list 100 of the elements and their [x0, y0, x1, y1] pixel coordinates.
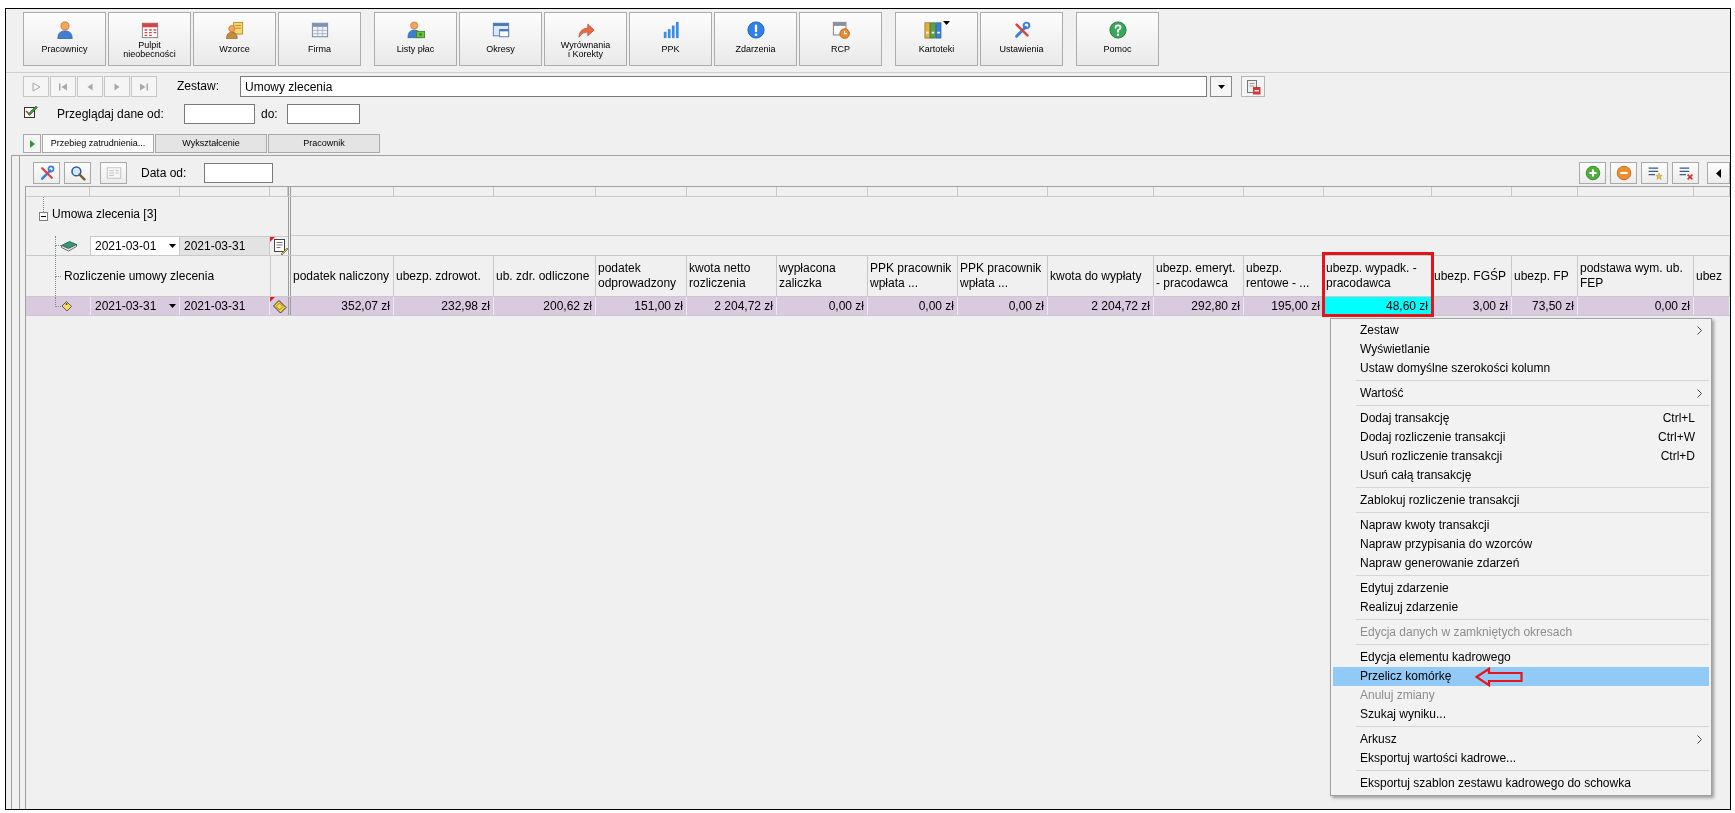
- column-header[interactable]: ubezp. FP: [1512, 256, 1578, 296]
- menu-item[interactable]: Zestaw: [1333, 321, 1709, 340]
- list-star-button[interactable]: [1641, 162, 1668, 184]
- flagged-diamond-icon[interactable]: [270, 297, 288, 315]
- table-cell[interactable]: 292,80 zł: [1154, 297, 1244, 315]
- collapse-panel-button[interactable]: [1707, 162, 1730, 184]
- menu-item[interactable]: Napraw kwoty transakcji: [1333, 516, 1709, 535]
- date-label: Data od:: [141, 165, 188, 181]
- date-from-field[interactable]: [184, 104, 255, 124]
- toolbar-button[interactable]: Kartoteki: [895, 12, 978, 66]
- person-icon: [55, 21, 74, 39]
- left-arrow-icon: [1475, 667, 1523, 687]
- column-header[interactable]: ubez: [1694, 256, 1730, 296]
- menu-item[interactable]: Edycja elementu kadrowego: [1333, 648, 1709, 667]
- document-button[interactable]: [1241, 76, 1265, 97]
- tab[interactable]: Pracownik: [268, 134, 380, 153]
- column-header[interactable]: kwota netto rozliczenia: [687, 256, 777, 296]
- date-dropdown[interactable]: 2021-03-01: [90, 236, 180, 255]
- date-dropdown[interactable]: 2021-03-31: [90, 297, 180, 315]
- card-icon: [105, 165, 122, 181]
- menu-item[interactable]: Usuń całą transakcję: [1333, 466, 1709, 485]
- menu-item[interactable]: Napraw przypisania do wzorców: [1333, 535, 1709, 554]
- collapse-icon[interactable]: [39, 212, 48, 221]
- table-cell[interactable]: 200,62 zł: [494, 297, 596, 315]
- menu-item[interactable]: Edytuj zdarzenie: [1333, 579, 1709, 598]
- menu-item[interactable]: Eksportuj wartości kadrowe...: [1333, 749, 1709, 768]
- table-cell[interactable]: 352,07 zł: [291, 297, 394, 315]
- column-header[interactable]: PPK pracownik wpłata ...: [868, 256, 958, 296]
- table-cell[interactable]: 0,00 zł: [777, 297, 868, 315]
- table-cell[interactable]: 0,00 zł: [958, 297, 1048, 315]
- table-cell[interactable]: 3,00 zł: [1432, 297, 1512, 315]
- menu-item[interactable]: Eksportuj szablon zestawu kadrowego do schowka: [1333, 774, 1709, 793]
- column-header[interactable]: ub. zdr. odliczone: [494, 256, 596, 296]
- person-document-icon: [225, 21, 244, 39]
- note-icon[interactable]: [270, 237, 288, 255]
- tools-icon: [38, 165, 55, 181]
- menu-item[interactable]: Wartość: [1333, 384, 1709, 403]
- triangle-right-icon: [29, 139, 35, 148]
- column-header[interactable]: kwota do wypłaty: [1048, 256, 1154, 296]
- minus-icon: [1615, 165, 1632, 181]
- table-cell[interactable]: 232,98 zł: [394, 297, 494, 315]
- toolbar-button[interactable]: Firma: [278, 12, 361, 66]
- table-cell[interactable]: 0,00 zł: [1578, 297, 1694, 315]
- column-header[interactable]: ubezp. zdrowot.: [394, 256, 494, 296]
- skip-forward-icon: [139, 81, 149, 92]
- table-cell[interactable]: 73,50 zł: [1512, 297, 1578, 315]
- column-header[interactable]: podatek odprowadzony: [596, 256, 687, 296]
- menu-item[interactable]: Ustaw domyślne szerokości kolumn: [1333, 359, 1709, 378]
- column-header[interactable]: ubezp. rentowe - ...: [1244, 256, 1324, 296]
- tab[interactable]: Wykształcenie: [155, 134, 267, 153]
- table-cell[interactable]: 48,60 zł: [1324, 297, 1432, 315]
- column-header[interactable]: podatek naliczony: [291, 256, 394, 296]
- menu-item[interactable]: Napraw generowanie zdarzeń: [1333, 554, 1709, 573]
- date-field[interactable]: [204, 163, 273, 183]
- menu-item[interactable]: Zablokuj rozliczenie transakcji: [1333, 491, 1709, 510]
- column-header[interactable]: PPK pracownik wpłata ...: [958, 256, 1048, 296]
- column-header[interactable]: ubezp. emeryt. - pracodawca: [1154, 256, 1244, 296]
- toolbar-button[interactable]: Pulpit nieobecności: [108, 12, 191, 66]
- remove-button[interactable]: [1610, 162, 1637, 184]
- column-header[interactable]: ubezp. wypadk. - pracodawca: [1324, 256, 1432, 296]
- list-delete-button[interactable]: [1672, 162, 1699, 184]
- binders-icon: [923, 21, 942, 39]
- toolbar-button[interactable]: PPK: [629, 12, 712, 66]
- menu-item[interactable]: Arkusz: [1333, 730, 1709, 749]
- table-cell[interactable]: 195,00 zł: [1244, 297, 1324, 315]
- search-icon: [69, 165, 86, 181]
- table-cell[interactable]: 2 204,72 zł: [1048, 297, 1154, 315]
- table-cell[interactable]: 151,00 zł: [596, 297, 687, 315]
- toolbar-button[interactable]: Okresy: [459, 12, 542, 66]
- checkmark-box-icon[interactable]: [24, 104, 38, 118]
- toolbar-button[interactable]: Wyrównania i Korekty: [544, 12, 627, 66]
- menu-item[interactable]: Przelicz komórkę: [1333, 667, 1709, 686]
- toolbar-button[interactable]: Wzorce: [193, 12, 276, 66]
- toolbar-button[interactable]: Pomoc: [1076, 12, 1159, 66]
- toolbar-button[interactable]: RCP: [799, 12, 882, 66]
- menu-item[interactable]: Realizuj zdarzenie: [1333, 598, 1709, 617]
- add-button[interactable]: [1579, 162, 1606, 184]
- search-button[interactable]: [64, 162, 91, 184]
- column-header[interactable]: ubezp. FGŚP: [1432, 256, 1512, 296]
- menu-item[interactable]: Dodaj rozliczenie transakcji Ctrl+W: [1333, 428, 1709, 447]
- menu-item[interactable]: Dodaj transakcję Ctrl+L: [1333, 409, 1709, 428]
- toolbar-button[interactable]: Zdarzenia: [714, 12, 797, 66]
- menu-item[interactable]: Wyświetlanie: [1333, 340, 1709, 359]
- tools-button[interactable]: [33, 162, 60, 184]
- calendar-clock-icon: [831, 21, 850, 39]
- toolbar-button[interactable]: Listy płac: [374, 12, 457, 66]
- date-to-field[interactable]: [287, 104, 360, 124]
- tab[interactable]: Przebieg zatrudnienia...: [42, 134, 154, 153]
- set-field[interactable]: Umowy zlecenia: [240, 76, 1207, 97]
- expand-button[interactable]: [23, 134, 41, 153]
- table-cell[interactable]: 2 204,72 zł: [687, 297, 777, 315]
- toolbar-button[interactable]: Ustawienia: [980, 12, 1063, 66]
- dropdown-button[interactable]: [1210, 76, 1232, 97]
- column-header[interactable]: wypłacona zaliczka: [777, 256, 868, 296]
- toolbar-button[interactable]: Pracownicy: [23, 12, 106, 66]
- column-header[interactable]: podstawa wym. ub. FEP: [1578, 256, 1694, 296]
- table-cell[interactable]: 0,00 zł: [868, 297, 958, 315]
- group-label: Umowa zlecenia [3]: [52, 207, 157, 223]
- menu-item[interactable]: Usuń rozliczenie transakcji Ctrl+D: [1333, 447, 1709, 466]
- menu-item[interactable]: Szukaj wyniku...: [1333, 705, 1709, 724]
